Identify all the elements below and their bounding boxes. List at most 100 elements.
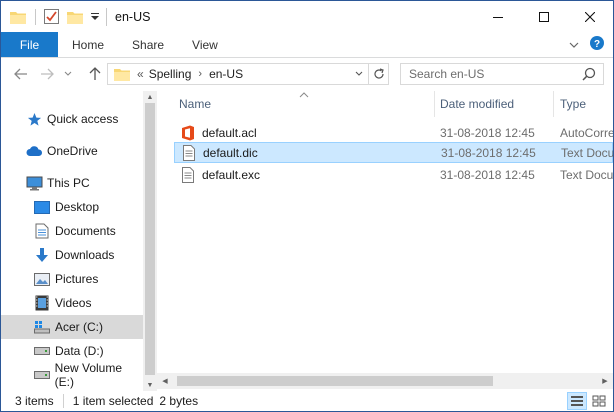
status-selection: 1 item selected xyxy=(72,394,154,408)
file-row-default-dic[interactable]: default.dic 31-08-2018 12:45 Text Docume… xyxy=(174,142,613,163)
expand-ribbon-chevron-icon[interactable] xyxy=(569,38,579,52)
help-icon[interactable]: ? xyxy=(589,35,605,54)
drive-icon xyxy=(33,366,51,384)
toolbar-separator xyxy=(35,8,36,25)
breadcrumb-overflow[interactable]: « xyxy=(137,67,144,81)
file-type: Text Document xyxy=(561,145,613,160)
breadcrumb-separator-icon[interactable]: › xyxy=(198,68,202,80)
refresh-icon[interactable] xyxy=(368,64,388,84)
nav-item-label: Documents xyxy=(55,224,116,238)
new-folder-icon[interactable] xyxy=(66,8,84,26)
scroll-right-arrow-icon[interactable]: ▶ xyxy=(597,373,613,389)
back-button[interactable] xyxy=(11,64,31,84)
drive-icon xyxy=(33,342,51,360)
ribbon-right-controls: ? xyxy=(569,32,613,57)
star-icon xyxy=(25,110,43,128)
nav-item-onedrive[interactable]: OneDrive xyxy=(1,139,143,163)
computer-icon xyxy=(25,174,43,192)
scrollbar-thumb[interactable] xyxy=(177,376,493,386)
large-icons-view-icon[interactable] xyxy=(589,392,609,410)
breadcrumb-spelling[interactable]: Spelling xyxy=(149,67,192,81)
search-icon[interactable] xyxy=(581,66,597,82)
status-bar: 3 items 1 item selected 2 bytes xyxy=(1,391,613,411)
search-input[interactable] xyxy=(401,64,571,84)
nav-item-label: Data (D:) xyxy=(55,344,104,358)
nav-item-label: Videos xyxy=(55,296,92,310)
status-item-count: 3 items xyxy=(15,394,54,408)
download-arrow-icon xyxy=(33,246,51,264)
nav-item-documents[interactable]: Documents xyxy=(1,219,143,243)
scroll-down-arrow-icon[interactable]: ▼ xyxy=(143,379,157,391)
address-row: « Spelling › en-US xyxy=(1,58,613,91)
column-headers: Name Date modified Type xyxy=(157,91,613,117)
nav-item-data-d[interactable]: Data (D:) xyxy=(1,339,143,363)
details-view-icon[interactable] xyxy=(567,392,587,410)
scroll-up-arrow-icon[interactable]: ▲ xyxy=(143,91,157,103)
status-separator xyxy=(62,394,64,408)
customize-toolbar-chevron-icon[interactable] xyxy=(90,8,100,26)
file-type: AutoCorrect List File xyxy=(560,125,613,140)
close-button[interactable] xyxy=(567,1,613,32)
tab-share[interactable]: Share xyxy=(118,32,178,57)
tab-home[interactable]: Home xyxy=(58,32,118,57)
address-dropdown-chevron-icon[interactable] xyxy=(352,64,366,84)
search-box xyxy=(400,63,604,85)
nav-item-videos[interactable]: Videos xyxy=(1,291,143,315)
address-bar[interactable]: « Spelling › en-US xyxy=(107,63,389,85)
scrollbar-thumb[interactable] xyxy=(145,103,155,375)
scroll-left-arrow-icon[interactable]: ◀ xyxy=(157,373,173,389)
view-switcher xyxy=(567,392,609,410)
svg-text:?: ? xyxy=(594,39,600,50)
up-button[interactable] xyxy=(85,64,105,84)
desktop-icon xyxy=(33,198,51,216)
navigation-pane: Quick access OneDrive This PC Desktop Do… xyxy=(1,91,157,391)
tab-view[interactable]: View xyxy=(178,32,232,57)
videos-icon xyxy=(33,294,51,312)
pictures-icon xyxy=(33,270,51,288)
cloud-icon xyxy=(25,142,43,160)
file-date: 31-08-2018 12:45 xyxy=(440,125,535,140)
column-divider[interactable] xyxy=(434,91,435,117)
windows-drive-icon xyxy=(33,318,51,336)
nav-item-label: Acer (C:) xyxy=(55,320,103,334)
window-controls xyxy=(475,1,613,32)
nav-item-pictures[interactable]: Pictures xyxy=(1,267,143,291)
nav-item-desktop[interactable]: Desktop xyxy=(1,195,143,219)
folder-icon[interactable] xyxy=(9,8,27,26)
title-separator xyxy=(106,7,107,26)
forward-button[interactable] xyxy=(37,64,57,84)
nav-item-acer-c[interactable]: Acer (C:) xyxy=(1,315,143,339)
recent-locations-chevron-icon[interactable] xyxy=(61,64,75,84)
file-row-default-acl[interactable]: default.acl 31-08-2018 12:45 AutoCorrect… xyxy=(174,122,613,143)
nav-item-label: New Volume (E:) xyxy=(54,361,123,389)
text-file-icon xyxy=(180,166,196,183)
ribbon-tabs: File Home Share View ? xyxy=(1,32,613,58)
navigation-scrollbar[interactable]: ▲ ▼ xyxy=(143,91,157,391)
breadcrumb-en-us[interactable]: en-US xyxy=(209,67,243,81)
properties-checkmark-icon[interactable] xyxy=(42,8,60,26)
nav-item-quick-access[interactable]: Quick access xyxy=(1,107,143,131)
nav-item-new-volume-e[interactable]: New Volume (E:) xyxy=(1,361,143,389)
horizontal-scrollbar[interactable]: ◀ ▶ xyxy=(157,373,613,389)
documents-icon xyxy=(33,222,51,240)
office-file-icon xyxy=(180,125,196,141)
window-title: en-US xyxy=(115,9,151,24)
file-row-default-exc[interactable]: default.exc 31-08-2018 12:45 Text Docume… xyxy=(174,164,613,185)
nav-item-label: Downloads xyxy=(55,248,115,262)
maximize-button[interactable] xyxy=(521,1,567,32)
column-name[interactable]: Name xyxy=(179,91,211,117)
tab-file[interactable]: File xyxy=(1,32,58,57)
column-date-modified[interactable]: Date modified xyxy=(440,91,514,117)
column-divider[interactable] xyxy=(553,91,554,117)
nav-item-downloads[interactable]: Downloads xyxy=(1,243,143,267)
nav-item-label: OneDrive xyxy=(47,144,98,158)
quick-access-toolbar: en-US xyxy=(1,1,150,32)
file-type: Text Document xyxy=(560,167,613,182)
nav-item-label: Quick access xyxy=(47,112,119,126)
nav-item-label: Pictures xyxy=(55,272,99,286)
nav-item-this-pc[interactable]: This PC xyxy=(1,171,143,195)
explorer-window: en-US File Home Share View ? « Spelling … xyxy=(0,0,614,412)
column-type[interactable]: Type xyxy=(560,91,586,117)
file-date: 31-08-2018 12:45 xyxy=(441,145,536,160)
minimize-button[interactable] xyxy=(475,1,521,32)
